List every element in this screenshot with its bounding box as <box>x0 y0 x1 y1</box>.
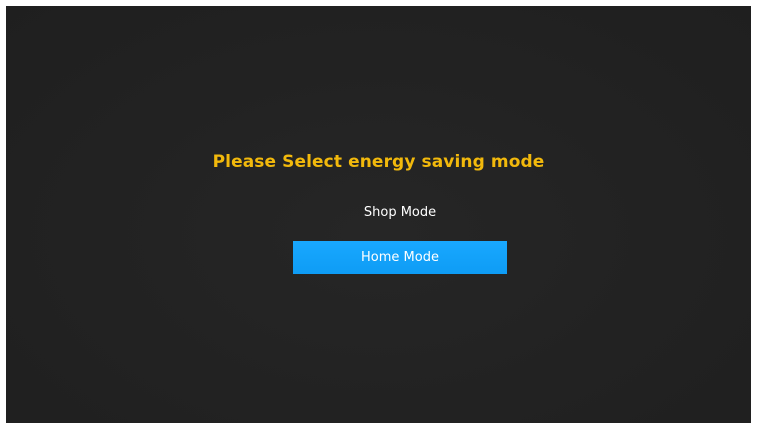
tv-frame: Please Select energy saving mode Shop Mo… <box>0 0 757 429</box>
dialog-title: Please Select energy saving mode <box>212 152 545 172</box>
energy-mode-screen: Please Select energy saving mode Shop Mo… <box>6 6 751 423</box>
home-mode-option[interactable]: Home Mode <box>293 241 507 274</box>
shop-mode-option[interactable]: Shop Mode <box>293 196 507 229</box>
